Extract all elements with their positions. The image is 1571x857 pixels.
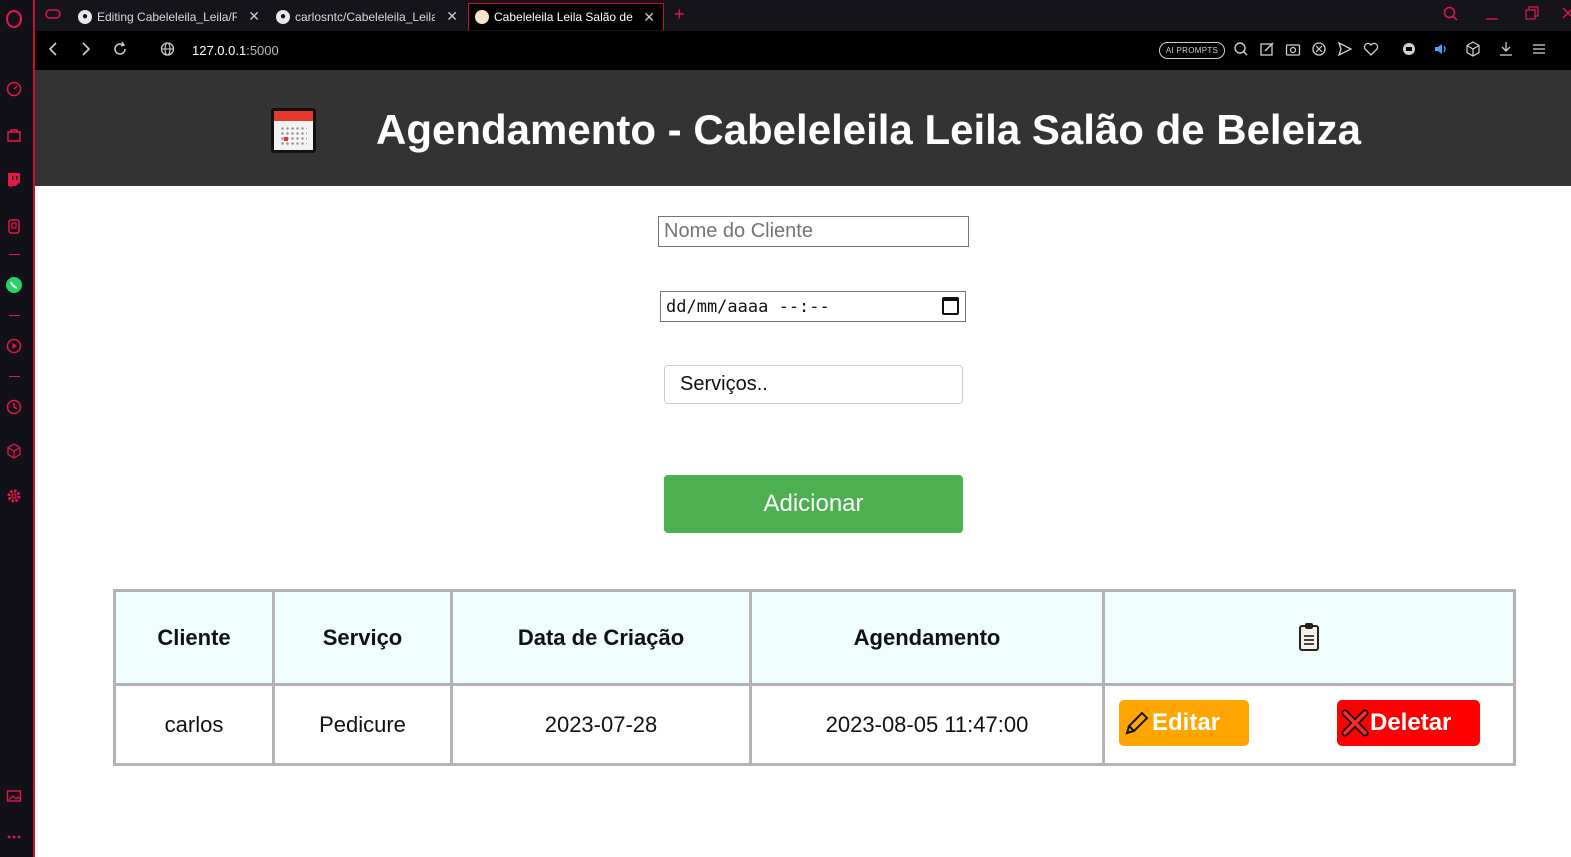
back-icon[interactable] [47,41,59,62]
ai-prompts-button[interactable]: AI PROMPTS [1159,42,1225,59]
datetime-input[interactable]: dd/mm/aaaa --:-- [660,291,966,322]
heart-icon[interactable] [1363,41,1379,60]
gallery-icon[interactable] [5,787,23,805]
easy-setup-icon[interactable] [1531,41,1547,60]
browser-sidebar [0,0,35,857]
cell-data-criacao: 2023-07-28 [450,683,752,766]
extensions-icon[interactable] [5,217,23,235]
shopping-icon[interactable] [5,126,23,144]
column-header-actions [1102,589,1516,686]
edit-icon[interactable] [1259,41,1275,60]
cube-icon[interactable] [5,442,23,460]
url-host: 127.0.0.1 [192,43,247,58]
cell-servico: Pedicure [272,683,453,766]
salon-favicon-icon [475,10,489,24]
settings-gear-icon[interactable] [5,487,23,505]
history-icon[interactable] [5,398,23,416]
more-dots-icon[interactable] [5,828,23,846]
page-title: Agendamento - Cabeleleila Leila Salão de… [376,106,1361,153]
column-header-agendamento: Agendamento [749,589,1105,686]
sidebar-divider [9,376,20,377]
close-icon[interactable]: ✕ [446,8,458,25]
github-icon: ● [276,9,290,24]
pencil-icon [1125,711,1149,735]
url-port: :5000 [246,43,279,58]
cell-cliente: carlos [113,683,275,766]
tab-github-repo[interactable]: ● carlosntc/Cabeleleila_Leila ✕ [270,3,466,30]
cell-agendamento: 2023-08-05 11:47:00 [749,683,1105,766]
opera-logo-icon[interactable] [5,10,23,28]
ai-assistant-icon[interactable] [1401,41,1417,60]
twitch-icon[interactable] [5,171,23,189]
tab-strip: ● Editing Cabeleleila_Leila/RE ✕ ● carlo… [35,0,1571,31]
column-header-data-criacao: Data de Criação [450,589,752,686]
address-toolbar: 127.0.0.1:5000 AI PROMPTS [35,31,1571,70]
tab-editing-readme[interactable]: ● Editing Cabeleleila_Leila/RE ✕ [72,3,268,30]
forward-icon[interactable] [80,41,92,62]
clipboard-icon [1299,623,1319,652]
appointments-table: Cliente Serviço Data de Criação Agendame… [113,589,1516,766]
block-icon[interactable] [1311,41,1327,60]
reload-icon[interactable] [112,41,128,62]
column-header-cliente: Cliente [113,589,275,686]
sidebar-divider [9,315,20,316]
column-header-servico: Serviço [272,589,453,686]
whatsapp-icon[interactable] [5,276,23,294]
sidebar-divider [9,254,20,255]
site-info-globe-icon[interactable] [160,41,175,62]
zoom-icon[interactable] [1233,41,1249,60]
table-header-row: Cliente Serviço Data de Criação Agendame… [113,589,1516,686]
client-name-input[interactable] [658,216,969,247]
gamepad-icon[interactable] [45,7,61,26]
services-select[interactable]: Serviços.. [664,365,963,404]
close-icon[interactable]: ✕ [248,8,260,25]
minimize-icon[interactable] [1485,6,1499,25]
tab-title: Cabeleleila Leila Salão de B [494,10,634,24]
player-icon[interactable] [5,337,23,355]
cross-mark-icon [1341,709,1369,737]
calendar-icon [271,108,316,153]
github-icon: ● [78,9,92,24]
edit-button[interactable]: Editar [1119,700,1249,746]
speed-dial-icon[interactable] [5,80,23,98]
tab-title: Editing Cabeleleila_Leila/RE [97,9,237,24]
tab-title: carlosntc/Cabeleleila_Leila [295,9,435,24]
camera-icon[interactable] [1285,41,1301,60]
download-icon[interactable] [1498,41,1514,60]
new-tab-button[interactable]: + [674,4,685,25]
close-window-icon[interactable] [1561,6,1571,25]
delete-label: Deletar [1370,709,1452,736]
datetime-placeholder: dd/mm/aaaa --:-- [666,296,830,317]
page-header: Agendamento - Cabeleleila Leila Salão de… [35,70,1571,186]
address-bar-url[interactable]: 127.0.0.1:5000 [192,43,279,58]
send-icon[interactable] [1337,41,1353,60]
extension-cube-icon[interactable] [1465,41,1481,60]
delete-button[interactable]: Deletar [1337,700,1480,746]
search-tabs-icon[interactable] [1443,6,1459,25]
edit-label: Editar [1152,709,1221,736]
restore-icon[interactable] [1525,6,1539,25]
add-button[interactable]: Adicionar [664,475,963,533]
speaker-icon[interactable] [1433,41,1449,60]
close-icon[interactable]: ✕ [643,9,655,26]
calendar-picker-icon[interactable] [942,297,959,315]
tab-salon-app[interactable]: Cabeleleila Leila Salão de B ✕ [468,3,664,30]
table-row: carlos Pedicure 2023-07-28 2023-08-05 11… [113,683,1516,766]
